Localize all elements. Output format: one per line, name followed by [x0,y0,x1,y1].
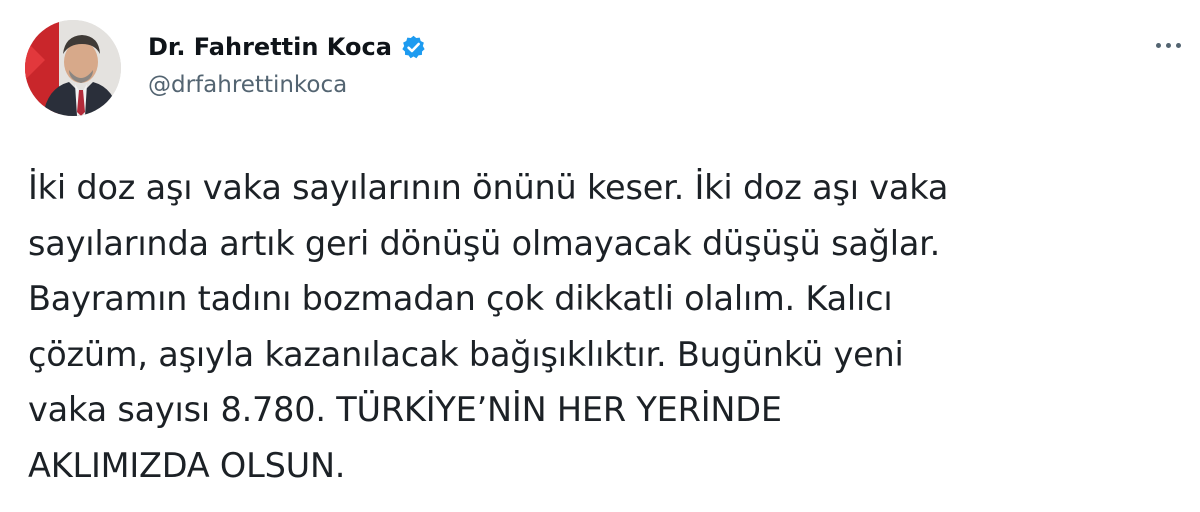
more-horizontal-icon [1165,42,1171,48]
tweet-text: İki doz aşı vaka sayılarının önünü keser… [28,160,1178,493]
tweet-header: Dr. Fahrettin Koca @drfahrettinkoca [148,30,427,98]
more-horizontal-icon [1175,42,1181,48]
more-options-button[interactable] [1148,30,1188,60]
tweet-text-line: Bayramın tadını bozmadan çok dikkatli ol… [28,279,893,318]
name-row: Dr. Fahrettin Koca [148,30,427,64]
author-display-name[interactable]: Dr. Fahrettin Koca [148,33,392,61]
author-handle[interactable]: @drfahrettinkoca [148,72,427,98]
avatar[interactable] [25,20,121,116]
tweet-text-line: vaka sayısı 8.780. TÜRKİYE’NİN HER YERİN… [28,390,782,429]
more-horizontal-icon [1155,42,1161,48]
verified-badge-icon [400,34,427,61]
tweet-card: Dr. Fahrettin Koca @drfahrettinkoca İki … [0,0,1200,512]
profile-photo [25,20,121,116]
tweet-text-line: çözüm, aşıyla kazanılacak bağışıklıktır.… [28,334,904,374]
tweet-text-line: sayılarında artık geri dönüşü olmayacak … [28,223,941,263]
tweet-text-line: İki doz aşı vaka sayılarının önünü keser… [28,168,949,207]
tweet-text-line: AKLIMIZDA OLSUN. [28,445,346,485]
